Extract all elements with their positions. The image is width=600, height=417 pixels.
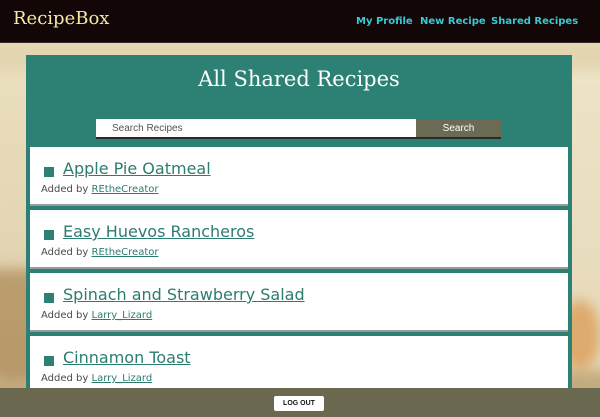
navbar: RecipeBox My Profile New Recipe Shared R… xyxy=(0,0,600,43)
square-bullet-icon xyxy=(44,293,54,303)
search-bar: Search xyxy=(96,119,501,139)
recipe-list: Apple Pie Oatmeal Added by REtheCreator … xyxy=(30,147,568,399)
nav-shared-recipes[interactable]: Shared Recipes xyxy=(491,16,578,27)
recipe-author-line: Added by Larry_Lizard xyxy=(41,373,152,384)
shared-recipes-panel: All Shared Recipes Search Apple Pie Oatm… xyxy=(26,55,572,400)
recipe-card: Cinnamon Toast Added by Larry_Lizard xyxy=(30,336,568,395)
page-title: All Shared Recipes xyxy=(198,67,400,91)
added-by-label: Added by xyxy=(41,247,89,258)
recipe-card: Easy Huevos Rancheros Added by REtheCrea… xyxy=(30,210,568,269)
recipe-card: Apple Pie Oatmeal Added by REtheCreator xyxy=(30,147,568,206)
recipe-title-link[interactable]: Cinnamon Toast xyxy=(63,348,191,367)
recipe-title-link[interactable]: Easy Huevos Rancheros xyxy=(63,222,254,241)
recipe-author-line: Added by REtheCreator xyxy=(41,184,158,195)
square-bullet-icon xyxy=(44,356,54,366)
added-by-label: Added by xyxy=(41,310,89,321)
logout-button[interactable]: LOG OUT xyxy=(274,396,324,411)
search-button[interactable]: Search xyxy=(416,119,501,137)
recipe-author-line: Added by Larry_Lizard xyxy=(41,310,152,321)
recipe-author-link[interactable]: REtheCreator xyxy=(92,184,159,195)
added-by-label: Added by xyxy=(41,373,89,384)
recipe-author-line: Added by REtheCreator xyxy=(41,247,158,258)
added-by-label: Added by xyxy=(41,184,89,195)
square-bullet-icon xyxy=(44,230,54,240)
recipe-title-link[interactable]: Apple Pie Oatmeal xyxy=(63,159,211,178)
nav-my-profile[interactable]: My Profile xyxy=(356,16,413,27)
recipe-author-link[interactable]: Larry_Lizard xyxy=(92,373,153,384)
brand-logo[interactable]: RecipeBox xyxy=(13,8,109,29)
search-input[interactable] xyxy=(96,119,436,137)
square-bullet-icon xyxy=(44,167,54,177)
recipe-author-link[interactable]: REtheCreator xyxy=(92,247,159,258)
footer-bar: LOG OUT xyxy=(0,388,600,417)
recipe-card: Spinach and Strawberry Salad Added by La… xyxy=(30,273,568,332)
nav-new-recipe[interactable]: New Recipe xyxy=(420,16,486,27)
recipe-author-link[interactable]: Larry_Lizard xyxy=(92,310,153,321)
recipe-title-link[interactable]: Spinach and Strawberry Salad xyxy=(63,285,305,304)
